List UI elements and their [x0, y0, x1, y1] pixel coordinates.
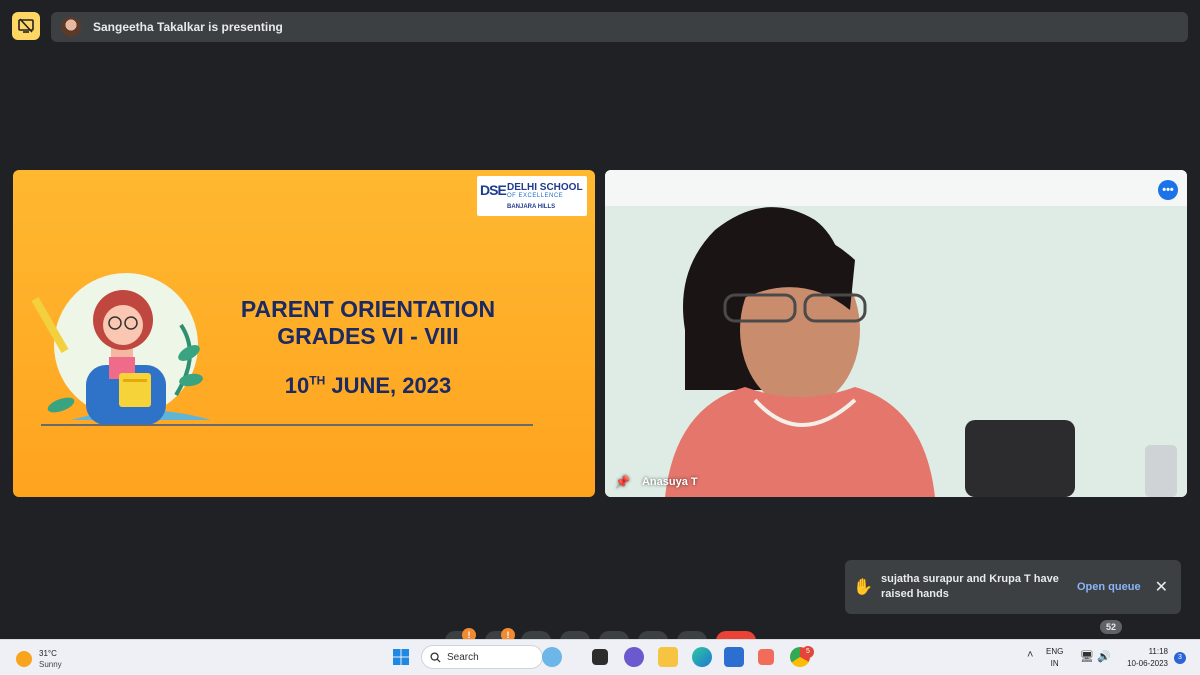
presenter-avatar [61, 17, 81, 37]
region-code: IN [1050, 659, 1059, 668]
slide-title: PARENT ORIENTATION GRADES VI - VIII [193, 296, 543, 350]
pin-icon[interactable]: 📌 [615, 475, 630, 489]
language-code: ENG [1046, 647, 1064, 656]
search-icon [430, 651, 441, 663]
slide-divider [41, 424, 533, 426]
slide-date: 10TH JUNE, 2023 [193, 373, 543, 399]
teacher-illustration [31, 273, 211, 425]
present-off-icon [18, 18, 34, 33]
slide-date-day: 10 [284, 373, 310, 398]
weather-condition: Sunny [39, 660, 62, 669]
taskbar-search[interactable]: Search [421, 645, 543, 669]
slide-date-rest: JUNE, 2023 [325, 373, 452, 398]
search-label: Search [447, 651, 479, 663]
weather-temperature: 31°C [39, 649, 57, 658]
teams-chat-icon[interactable] [624, 647, 644, 667]
participant-name: Anasuya T [641, 476, 698, 488]
presenting-banner: Sangeetha Takalkar is presenting [51, 12, 1188, 42]
logo-subtitle: OF EXCELLENCE [507, 193, 564, 199]
slide-title-line2: GRADES VI - VIII [277, 323, 459, 349]
presenting-text: Sangeetha Takalkar is presenting [93, 20, 283, 34]
system-clock[interactable]: 11:18 10-06-2023 [1118, 646, 1168, 670]
logo-mark: DSE [480, 182, 507, 198]
raised-hands-toast: ✋ sujatha surapur and Krupa T have raise… [845, 560, 1181, 614]
network-volume-icon[interactable]: 🖥 🔊 [1080, 650, 1111, 663]
meet-stage: Sangeetha Takalkar is presenting DSE DEL… [0, 0, 1200, 675]
logo-place: BANJARA HILLS [507, 204, 556, 210]
presentation-icon[interactable] [12, 12, 40, 40]
participant-name-tag: 📌 Anasuya T [615, 475, 698, 489]
presentation-tile[interactable]: DSE DELHI SCHOOL OF EXCELLENCE BANJARA H… [13, 170, 595, 497]
snipping-tool-icon[interactable] [758, 649, 774, 665]
chrome-badge: 5 [802, 646, 814, 658]
chevron-up-icon[interactable]: ˄ [1027, 649, 1033, 661]
notification-badge[interactable]: 3 [1174, 652, 1186, 664]
participant-video-tile[interactable]: ••• 📌 Anasuya T [605, 170, 1187, 497]
clock-time: 11:18 [1148, 647, 1168, 656]
edge-browser-icon[interactable] [692, 647, 712, 667]
school-logo: DSE DELHI SCHOOL OF EXCELLENCE BANJARA H… [477, 176, 587, 216]
open-queue-button[interactable]: Open queue [1077, 581, 1141, 593]
slide-date-suffix: TH [309, 373, 326, 388]
slide-title-line1: PARENT ORIENTATION [240, 296, 496, 322]
weather-widget[interactable]: 31°C Sunny [16, 648, 62, 670]
windows-taskbar: 31°C Sunny Search 5 ˄ ENG IN 🖥 🔊 11:18 1… [0, 639, 1200, 675]
store-icon[interactable] [724, 647, 744, 667]
widgets-icon[interactable] [542, 647, 562, 667]
close-icon[interactable]: ✕ [1155, 577, 1168, 597]
language-indicator[interactable]: ENG IN [1046, 646, 1063, 670]
raise-hand-icon: ✋ [853, 579, 873, 596]
logo-name: DELHI SCHOOL [507, 182, 583, 193]
more-options-button[interactable]: ••• [1158, 180, 1178, 200]
clock-date: 10-06-2023 [1127, 659, 1168, 668]
participant-count-badge: 52 [1100, 620, 1122, 634]
participant-video [605, 170, 1187, 497]
task-view-icon[interactable] [592, 649, 608, 665]
file-explorer-icon[interactable] [658, 647, 678, 667]
raised-hands-message: sujatha surapur and Krupa T have raised … [881, 573, 1059, 600]
sun-icon [16, 651, 32, 667]
windows-start-icon[interactable] [391, 647, 411, 667]
